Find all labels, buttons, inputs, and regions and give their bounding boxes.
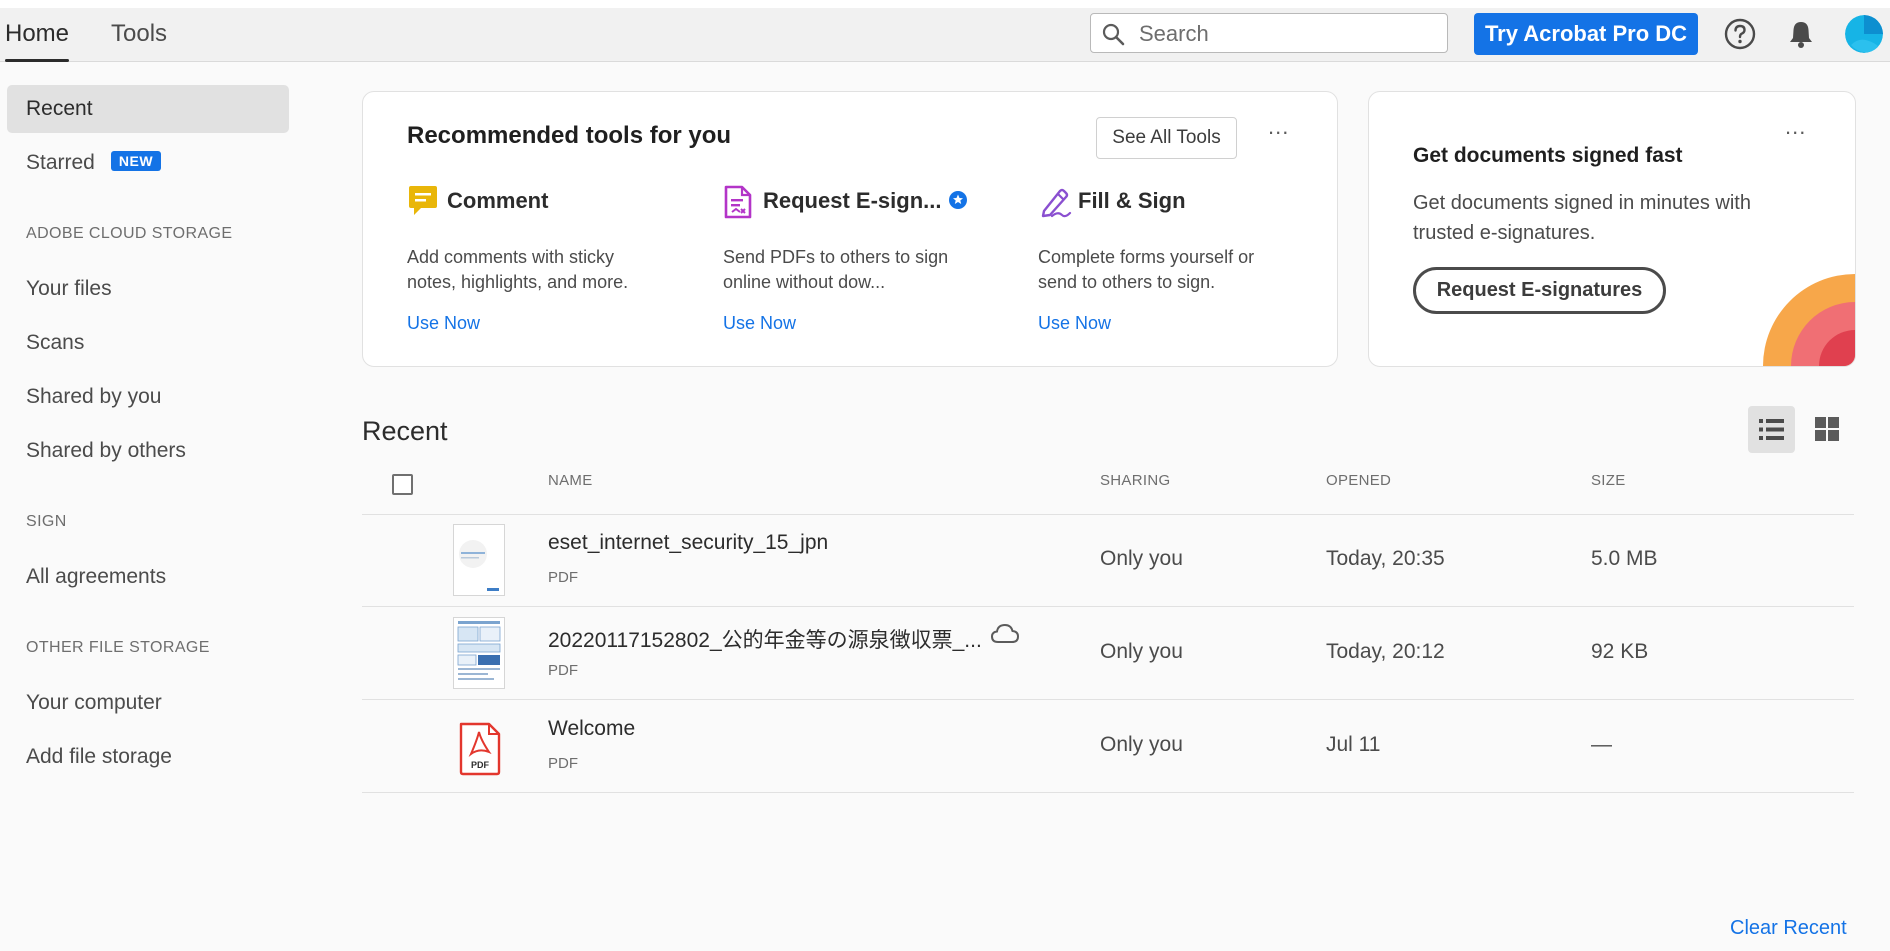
clear-recent-link[interactable]: Clear Recent [1730, 917, 1847, 940]
more-options-icon[interactable]: ... [1785, 114, 1806, 140]
sidebar-item-label: Add file storage [26, 745, 172, 768]
tab-tools[interactable]: Tools [111, 8, 167, 61]
table-row[interactable]: PDF Welcome PDF Only you Jul 11 — [362, 700, 1854, 793]
file-size: 5.0 MB [1591, 547, 1658, 570]
request-esignatures-button[interactable]: Request E-signatures [1413, 267, 1666, 314]
try-acrobat-pro-button[interactable]: Try Acrobat Pro DC [1474, 13, 1698, 55]
sidebar-item-shared-by-others[interactable]: Shared by others [7, 427, 289, 475]
card-title: Get documents signed fast [1413, 144, 1683, 167]
table-row[interactable]: eset_internet_security_15_jpn PDF Only y… [362, 514, 1854, 607]
premium-star-icon [949, 191, 967, 209]
sidebar-item-label: All agreements [26, 565, 167, 588]
tool-name: Fill & Sign [1078, 188, 1186, 213]
file-opened: Today, 20:12 [1326, 640, 1445, 663]
sidebar-item-scans[interactable]: Scans [7, 319, 289, 367]
tool-comment: Comment Add comments with sticky notes, … [407, 185, 687, 333]
tool-header: Fill & Sign [1038, 185, 1318, 221]
use-now-link-comment[interactable]: Use Now [407, 313, 480, 334]
select-all-checkbox[interactable] [392, 474, 413, 495]
column-header-sharing[interactable]: SHARING [1100, 472, 1170, 489]
fill-sign-pen-icon [1041, 188, 1072, 218]
search-input[interactable] [1137, 18, 1441, 50]
file-opened: Today, 20:35 [1326, 547, 1445, 570]
tool-name: Comment [447, 188, 549, 213]
file-name: Welcome [548, 717, 636, 740]
pdf-file-icon: PDF [459, 722, 501, 776]
tool-header: Request E-sign... [723, 185, 1003, 221]
recommended-tools-card: Recommended tools for you See All Tools … [362, 91, 1338, 367]
avatar-image [1845, 15, 1883, 53]
file-sharing: Only you [1100, 733, 1183, 756]
sidebar-item-add-file-storage[interactable]: Add file storage [7, 733, 289, 781]
file-sharing: Only you [1100, 640, 1183, 663]
sidebar-item-your-files[interactable]: Your files [7, 265, 289, 313]
search-box[interactable] [1090, 13, 1448, 53]
sidebar-item-recent[interactable]: Recent [7, 85, 289, 133]
tool-description: Add comments with sticky notes, highligh… [407, 247, 629, 292]
top-bar: Home Tools Try Acrobat Pro DC [0, 8, 1890, 62]
file-thumbnail [453, 524, 505, 596]
card-description: Get documents signed in minutes with tru… [1413, 192, 1751, 244]
tab-home[interactable]: Home [5, 8, 70, 62]
use-now-link-request-esign[interactable]: Use Now [723, 313, 796, 334]
file-size: 92 KB [1591, 640, 1649, 663]
sidebar-item-label: Scans [26, 331, 85, 354]
more-options-icon[interactable]: ... [1268, 114, 1289, 140]
sidebar-item-label: Recent [26, 97, 93, 120]
get-documents-signed-card: ... Get documents signed fast Get docume… [1368, 91, 1856, 367]
notifications-bell-icon[interactable] [1786, 19, 1816, 49]
section-heading-sign: SIGN [26, 513, 67, 530]
file-opened: Jul 11 [1326, 733, 1381, 756]
file-thumbnail [453, 617, 505, 689]
file-type: PDF [548, 569, 578, 586]
sidebar-item-label: Your computer [26, 691, 162, 714]
sidebar-item-label: Shared by others [26, 439, 186, 462]
search-icon [1102, 23, 1125, 46]
sidebar-item-label: Your files [26, 277, 112, 300]
sidebar-item-all-agreements[interactable]: All agreements [7, 553, 289, 601]
table-header: NAME SHARING OPENED SIZE [362, 464, 1854, 515]
use-now-link-fill-sign[interactable]: Use Now [1038, 313, 1111, 334]
section-heading-other-storage: OTHER FILE STORAGE [26, 639, 210, 656]
section-heading-cloud-storage: ADOBE CLOUD STORAGE [26, 225, 233, 242]
tool-name: Request E-sign... [763, 188, 942, 213]
tab-tools-label: Tools [111, 20, 168, 47]
file-size: — [1591, 733, 1612, 756]
see-all-tools-button[interactable]: See All Tools [1096, 117, 1237, 159]
list-view-toggle[interactable] [1748, 406, 1795, 453]
user-avatar[interactable] [1845, 15, 1883, 53]
sidebar-item-starred[interactable]: Starred NEW [7, 139, 289, 187]
cloud-icon [990, 623, 1020, 643]
tool-description: Send PDFs to others to sign online witho… [723, 247, 949, 292]
decorative-arcs-illustration [1763, 274, 1855, 366]
sidebar-item-shared-by-you[interactable]: Shared by you [7, 373, 289, 421]
column-header-size[interactable]: SIZE [1591, 472, 1626, 489]
request-esign-icon [724, 185, 752, 219]
tool-fill-sign: Fill & Sign Complete forms yourself or s… [1038, 185, 1318, 333]
sidebar: Recent Starred NEW ADOBE CLOUD STORAGE Yo… [0, 62, 300, 951]
comment-icon [409, 186, 437, 215]
svg-text:PDF: PDF [471, 760, 490, 770]
recent-section-title: Recent [362, 416, 448, 446]
list-view-icon [1759, 419, 1784, 440]
file-type: PDF [548, 662, 578, 679]
file-sharing: Only you [1100, 547, 1183, 570]
sidebar-item-label: Shared by you [26, 385, 162, 408]
column-header-opened[interactable]: OPENED [1326, 472, 1391, 489]
tool-request-esign: Request E-sign... Send PDFs to others to… [723, 185, 1003, 333]
sidebar-item-your-computer[interactable]: Your computer [7, 679, 289, 727]
table-row[interactable]: 20220117152802_公的年金等の源泉徴収票_... PDF Only … [362, 607, 1854, 700]
grid-view-icon[interactable] [1812, 414, 1842, 444]
file-name: 20220117152802_公的年金等の源泉徴収票_... [548, 629, 982, 652]
column-header-name[interactable]: NAME [548, 472, 593, 489]
sidebar-item-label: Starred [26, 151, 95, 174]
tool-description: Complete forms yourself or send to other… [1038, 247, 1255, 292]
tool-header: Comment [407, 185, 687, 221]
tab-home-label: Home [5, 20, 70, 47]
new-badge: NEW [110, 151, 162, 171]
file-type: PDF [548, 755, 578, 772]
help-icon[interactable] [1724, 18, 1756, 50]
file-name: eset_internet_security_15_jpn [548, 531, 829, 554]
card-title: Recommended tools for you [407, 122, 732, 149]
